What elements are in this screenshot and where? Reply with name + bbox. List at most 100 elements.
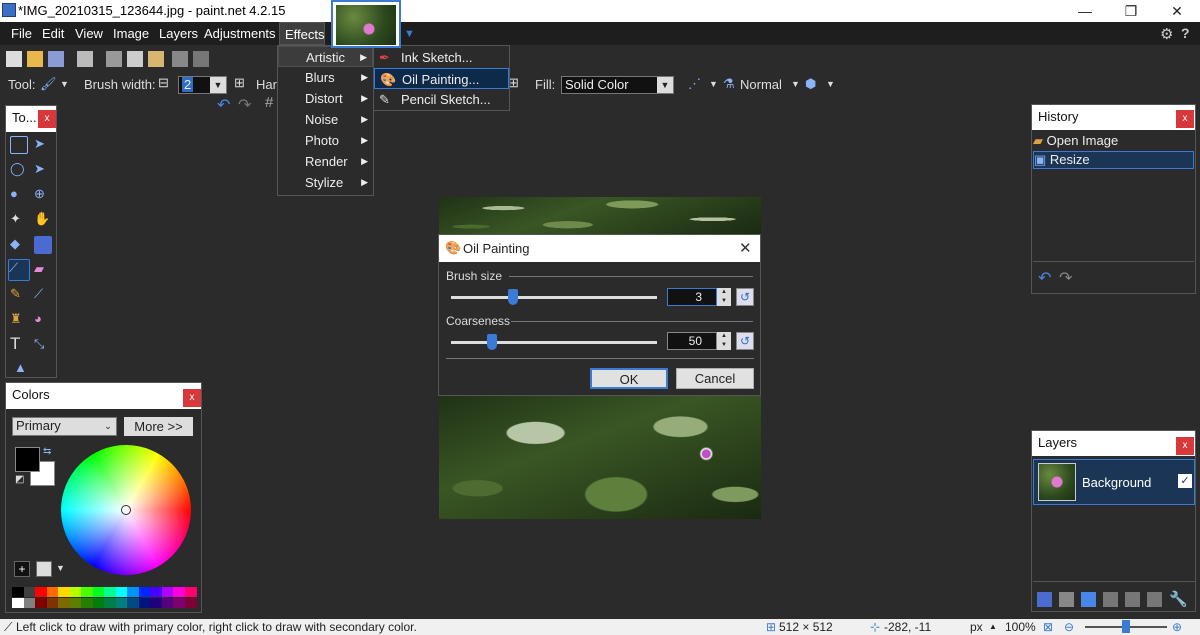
color-wheel[interactable] [61,445,191,575]
palette-swatch[interactable] [46,598,59,608]
dialog-close-icon[interactable]: ✕ [739,239,752,257]
palette-swatch[interactable] [127,587,139,597]
color-palette[interactable] [12,587,197,609]
units-chevron-up-icon[interactable]: ▲ [989,622,997,631]
primary-color-swatch-front[interactable] [15,447,40,472]
tools-panel-close-button[interactable]: x [38,110,56,128]
menu-adjustments[interactable]: Adjustments [204,26,276,41]
tool-chevron-down-icon[interactable]: ▼ [60,79,69,89]
zoom-in-icon[interactable]: ⊕ [1172,620,1182,634]
effects-menu-noise[interactable]: Noise ▶ [278,109,373,130]
restore-button[interactable]: ❐ [1108,0,1154,22]
fill-chevron-down-icon[interactable]: ▼ [657,77,673,93]
zoom-fit-icon[interactable]: ⊠ [1043,620,1053,634]
palette-swatch[interactable] [35,598,47,608]
palette-swatch[interactable] [81,598,93,608]
menu-layers[interactable]: Layers [159,26,198,41]
palette-swatch[interactable] [69,587,82,597]
open-folder-icon[interactable] [27,51,43,67]
eraser-icon[interactable]: ▰ [34,261,52,279]
coarseness-spinner[interactable]: ▲ ▼ [717,332,731,350]
new-file-icon[interactable] [6,51,22,67]
image-tab-thumbnail[interactable] [331,0,401,48]
history-item-resize[interactable]: ▣ Resize [1033,151,1194,169]
ok-button[interactable]: OK [590,368,668,389]
palette-swatch[interactable] [115,587,128,597]
palette-swatch[interactable] [35,587,47,597]
paste-icon[interactable] [148,51,164,67]
move-layer-down-icon[interactable] [1147,592,1162,607]
brush-size-reset-icon[interactable]: ↺ [736,288,754,306]
brush-size-slider-thumb[interactable] [507,289,518,305]
pan-hand-icon[interactable]: ✋ [34,211,52,229]
palette-swatch[interactable] [23,598,36,608]
add-layer-icon[interactable] [1037,592,1052,607]
brush-size-spinner[interactable]: ▲ ▼ [717,288,731,306]
settings-gear-icon[interactable]: ⚙ [1160,25,1173,43]
text-icon[interactable]: T [10,334,28,353]
coarseness-input[interactable]: 50 [667,332,717,350]
recolor-icon[interactable]: ◕ [34,311,52,329]
brush-width-chevron-down-icon[interactable]: ▼ [210,77,226,93]
clone-stamp-icon[interactable]: ♜ [10,311,28,329]
zoom-out-icon[interactable]: ⊖ [1064,620,1074,634]
menu-edit[interactable]: Edit [42,26,64,41]
color-mode-chevron-down-icon[interactable]: ⌄ [100,418,116,434]
colors-panel-close-button[interactable]: x [183,389,201,407]
save-icon[interactable] [48,51,64,67]
blend-mode-value[interactable]: Normal [740,77,782,92]
history-redo-icon[interactable]: ↷ [1059,268,1072,288]
lasso-select-icon[interactable]: ◯ [10,161,28,179]
move-layer-up-icon[interactable] [1125,592,1140,607]
move-selected-icon[interactable]: ➤ [34,136,52,154]
layer-properties-wrench-icon[interactable]: 🔧 [1169,590,1188,608]
history-panel-close-button[interactable]: x [1176,110,1194,128]
pencil-icon[interactable]: ✎ [10,286,28,304]
add-to-palette-icon[interactable]: + [14,561,30,577]
merge-layer-icon[interactable] [1103,592,1118,607]
menu-effects[interactable]: Effects [279,22,325,45]
layer-row-background[interactable]: Background ✓ [1033,459,1195,505]
palette-swatch[interactable] [161,598,174,608]
palette-swatch[interactable] [127,598,139,608]
shapes-icon[interactable]: ▲ [14,360,32,378]
palette-swatch[interactable] [69,598,82,608]
delete-layer-icon[interactable] [1059,592,1074,607]
antialiasing-icon[interactable]: ⋰ [688,76,701,92]
effects-menu-blurs[interactable]: Blurs ▶ [278,67,373,88]
effects-menu-photo[interactable]: Photo ▶ [278,130,373,151]
palette-swatch[interactable] [58,598,70,608]
swap-colors-icon[interactable]: ⇆ [43,446,51,457]
paintbrush-tool-icon[interactable]: 🖌 [40,76,57,92]
copy-icon[interactable] [127,51,143,67]
crop-icon[interactable] [172,51,188,67]
brush-size-input[interactable]: 3 [667,288,717,306]
palette-swatch[interactable] [58,587,70,597]
palette-swatch[interactable] [173,598,185,608]
more-colors-button[interactable]: More >> [124,417,193,436]
canvas-image-bottom[interactable] [439,396,761,519]
effects-menu-distort[interactable]: Distort ▶ [278,88,373,109]
color-wheel-cursor[interactable] [121,505,131,515]
tab-list-chevron-down-icon[interactable]: ▼ [404,28,415,40]
deselect-icon[interactable] [193,51,209,67]
palette-swatch[interactable] [92,587,105,597]
zoom-icon[interactable]: ⊕ [34,186,52,204]
redo-icon[interactable]: ↷ [238,95,251,115]
palette-swatch[interactable] [92,598,105,608]
coarseness-reset-icon[interactable]: ↺ [736,332,754,350]
palette-swatch[interactable] [81,587,93,597]
oil-painting-menu-item[interactable]: 🎨 Oil Painting... [374,68,509,89]
menu-view[interactable]: View [75,26,103,41]
duplicate-layer-icon[interactable] [1081,592,1096,607]
palette-swatch[interactable] [104,598,116,608]
palette-swatch[interactable] [184,587,197,597]
reset-colors-icon[interactable]: ◩ [15,474,24,485]
undo-icon[interactable]: ↶ [217,95,230,115]
layer-visibility-checkbox[interactable]: ✓ [1178,474,1192,488]
palette-menu-icon[interactable] [36,561,52,577]
antialiasing-chevron-down-icon[interactable]: ▼ [709,79,718,89]
pencil-sketch-menu-item[interactable]: ✎ Pencil Sketch... [374,89,509,110]
paintbrush-icon[interactable]: ⟋ [8,259,30,281]
print-icon[interactable] [77,51,93,67]
